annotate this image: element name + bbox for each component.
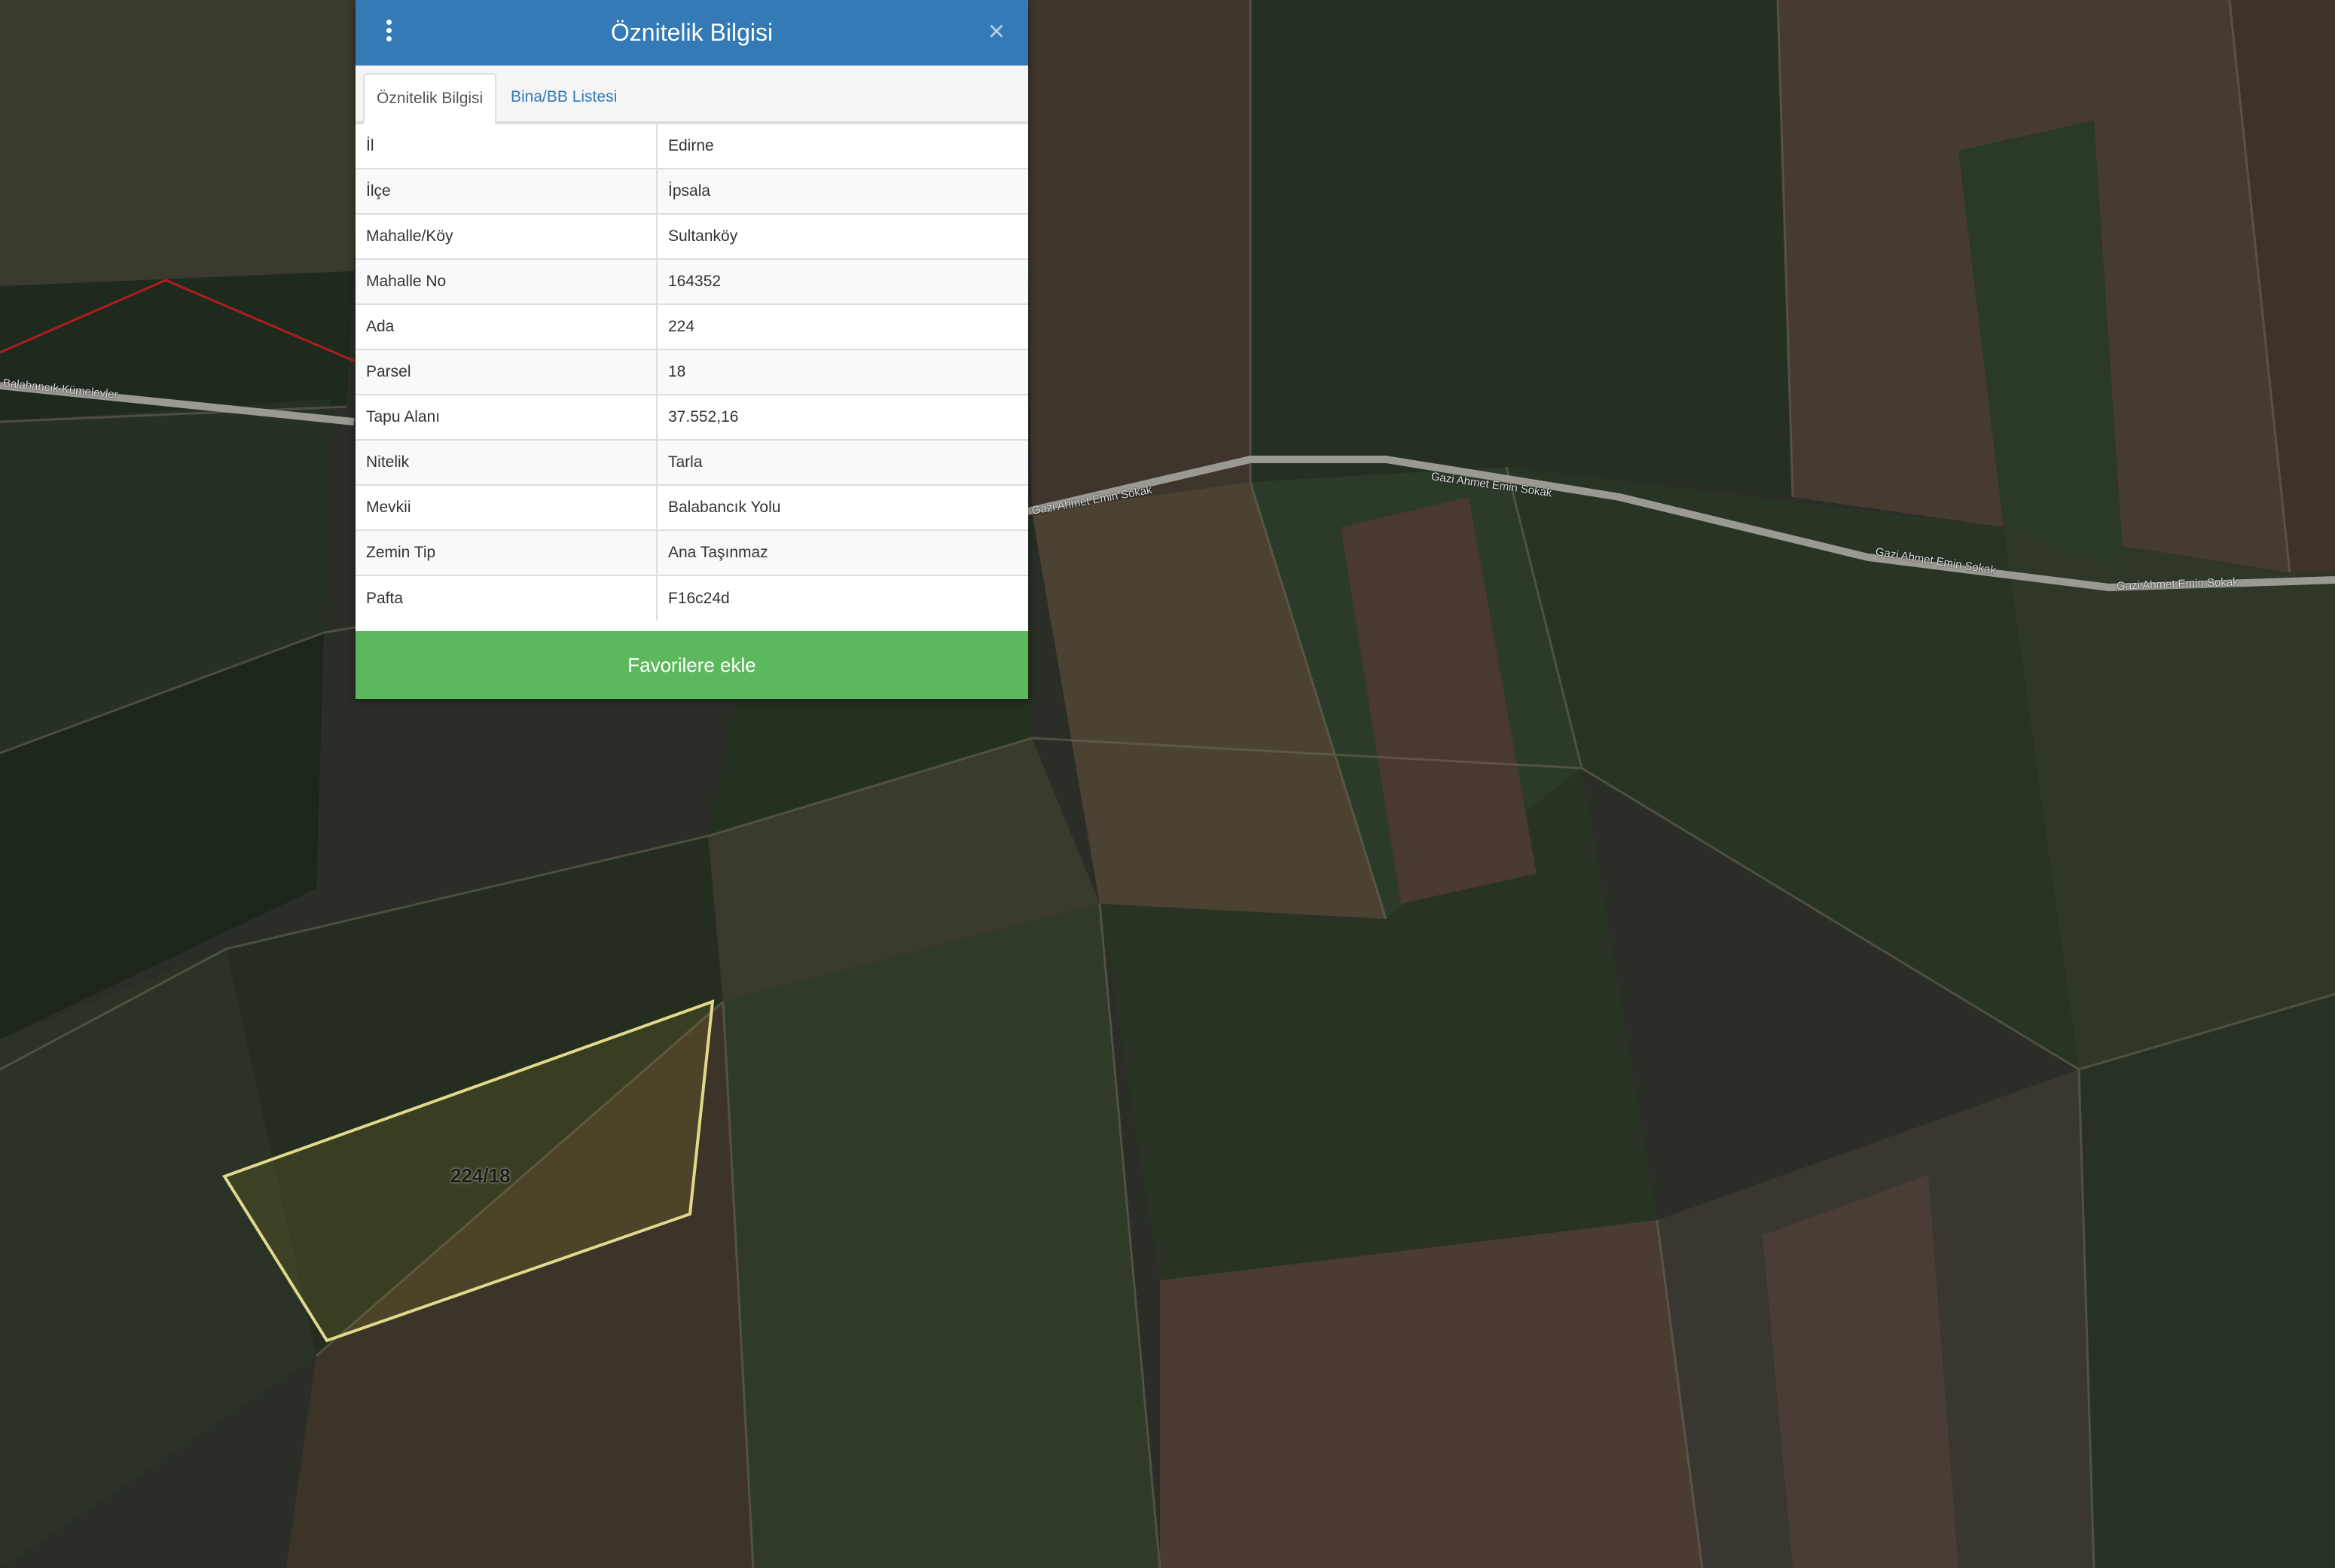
attribute-key: Ada (356, 304, 658, 349)
attribute-value: Edirne (657, 123, 1028, 169)
table-row: Mevkii Balabancık Yolu (356, 484, 1028, 530)
attribute-value: 224 (657, 304, 1028, 349)
panel-title: Öznitelik Bilgisi (610, 19, 774, 46)
attribute-value: 164352 (657, 258, 1028, 304)
tab-attribute-info[interactable]: Öznitelik Bilgisi (363, 73, 497, 124)
attribute-key: İlçe (356, 168, 658, 214)
tab-building-list[interactable]: Bina/BB Listesi (499, 73, 629, 123)
parcel-label: 224/18 (450, 1164, 511, 1187)
table-row: İlçe İpsala (356, 168, 1028, 214)
attribute-key: Parsel (356, 349, 658, 395)
attribute-key: Mahalle No (356, 258, 658, 304)
table-row: Nitelik Tarla (356, 439, 1028, 485)
attribute-key: Mahalle/Köy (356, 213, 658, 259)
attribute-value: Balabancık Yolu (657, 484, 1028, 530)
attribute-value: İpsala (657, 168, 1028, 214)
satellite-map[interactable]: Balabancık Kümelevler Gazi Ahmet Emin So… (0, 0, 2335, 1568)
attribute-key: İl (356, 123, 658, 169)
attribute-key: Tapu Alanı (356, 394, 658, 440)
attribute-value: 18 (657, 349, 1028, 395)
table-row: İl Edirne (356, 123, 1028, 169)
table-row: Tapu Alanı 37.552,16 (356, 394, 1028, 440)
table-row: Zemin Tip Ana Taşınmaz (356, 529, 1028, 575)
attribute-panel: Öznitelik Bilgisi × Öznitelik Bilgisi Bi… (356, 0, 1028, 699)
table-row: Ada 224 (356, 304, 1028, 349)
table-row: Parsel 18 (356, 349, 1028, 395)
map-imagery[interactable] (0, 0, 2335, 1568)
attribute-key: Nitelik (356, 439, 658, 485)
attribute-table: İl Edirne İlçe İpsala Mahalle/Köy Sultan… (356, 123, 1028, 621)
attribute-value: Ana Taşınmaz (657, 529, 1028, 575)
table-row: Pafta F16c24d (356, 575, 1028, 621)
attribute-value: 37.552,16 (657, 394, 1028, 440)
attribute-value: Tarla (657, 439, 1028, 485)
attribute-key: Zemin Tip (356, 529, 658, 575)
attribute-key: Mevkii (356, 484, 658, 530)
attribute-key: Pafta (356, 575, 658, 621)
panel-header: Öznitelik Bilgisi × (356, 0, 1028, 66)
table-row: Mahalle No 164352 (356, 258, 1028, 304)
attribute-value: F16c24d (657, 575, 1028, 621)
add-to-favorites-button[interactable]: Favorilere ekle (356, 631, 1028, 699)
panel-tabs: Öznitelik Bilgisi Bina/BB Listesi (356, 66, 1028, 124)
table-row: Mahalle/Köy Sultanköy (356, 213, 1028, 259)
close-icon[interactable]: × (981, 15, 1012, 48)
attribute-value: Sultanköy (657, 213, 1028, 259)
